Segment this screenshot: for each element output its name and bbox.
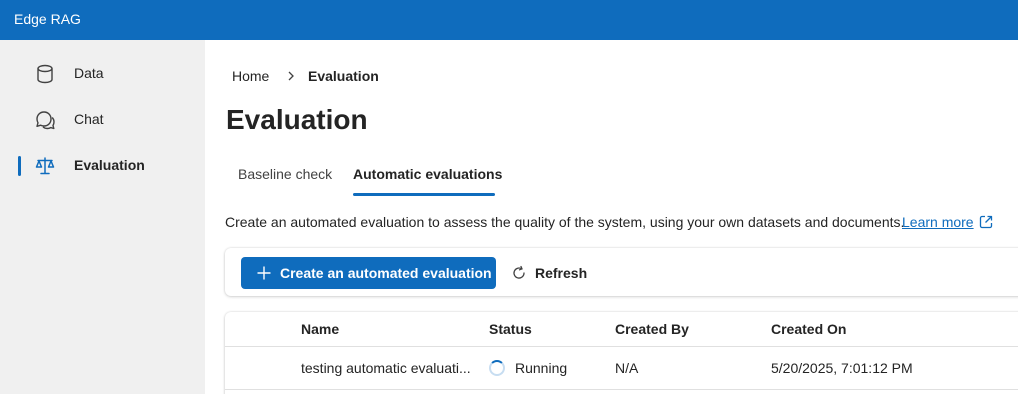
sidebar-item-data[interactable]: Data <box>0 52 205 92</box>
refresh-button[interactable]: Refresh <box>511 257 595 289</box>
main-content: Home Evaluation Evaluation Baseline chec… <box>205 40 1018 394</box>
active-tab-indicator <box>353 193 495 196</box>
refresh-label: Refresh <box>535 265 588 281</box>
app-header: Edge RAG <box>0 0 1018 40</box>
external-link-icon[interactable] <box>978 214 994 230</box>
page-title: Evaluation <box>226 104 368 135</box>
description-text: Create an automated evaluation to assess… <box>225 214 905 230</box>
column-header-status[interactable]: Status <box>489 321 532 337</box>
breadcrumb-current: Evaluation <box>308 68 379 84</box>
evaluations-table: Name Status Created By Created On testin… <box>225 312 1018 394</box>
database-icon <box>34 63 56 85</box>
plus-icon <box>256 265 272 281</box>
column-header-created-on[interactable]: Created On <box>771 321 846 337</box>
cell-status: Running <box>515 360 568 376</box>
refresh-icon <box>511 265 527 281</box>
cell-name[interactable]: testing automatic evaluati... <box>301 360 471 376</box>
cell-created-on: 5/20/2025, 7:01:12 PM <box>771 360 913 376</box>
sidebar-item-label: Evaluation <box>74 157 145 173</box>
chevron-right-icon <box>285 69 297 83</box>
scales-icon <box>34 155 56 177</box>
breadcrumb-home[interactable]: Home <box>232 68 269 84</box>
breadcrumb: Home Evaluation <box>232 68 379 84</box>
tab-automatic-evaluations[interactable]: Automatic evaluations <box>353 166 502 182</box>
create-evaluation-label: Create an automated evaluation <box>280 265 492 281</box>
sidebar-item-label: Data <box>74 65 104 81</box>
active-indicator <box>18 156 21 176</box>
row-divider <box>225 389 1018 390</box>
tab-baseline-check[interactable]: Baseline check <box>238 166 332 182</box>
toolbar: Create an automated evaluation Refresh <box>225 248 1018 296</box>
sidebar-item-chat[interactable]: Chat <box>0 98 205 138</box>
loading-spinner-icon <box>489 360 505 376</box>
sidebar: Data Chat Evaluation <box>0 40 205 394</box>
chat-icon <box>34 109 56 131</box>
sidebar-item-evaluation[interactable]: Evaluation <box>0 144 205 184</box>
create-evaluation-button[interactable]: Create an automated evaluation <box>241 257 496 289</box>
learn-more-link[interactable]: Learn more <box>902 214 974 230</box>
cell-created-by: N/A <box>615 360 639 376</box>
table-row[interactable]: testing automatic evaluati... Running N/… <box>225 347 1018 389</box>
app-title: Edge RAG <box>14 11 81 27</box>
column-header-name[interactable]: Name <box>301 321 339 337</box>
sidebar-item-label: Chat <box>74 111 104 127</box>
column-header-created-by[interactable]: Created By <box>615 321 689 337</box>
